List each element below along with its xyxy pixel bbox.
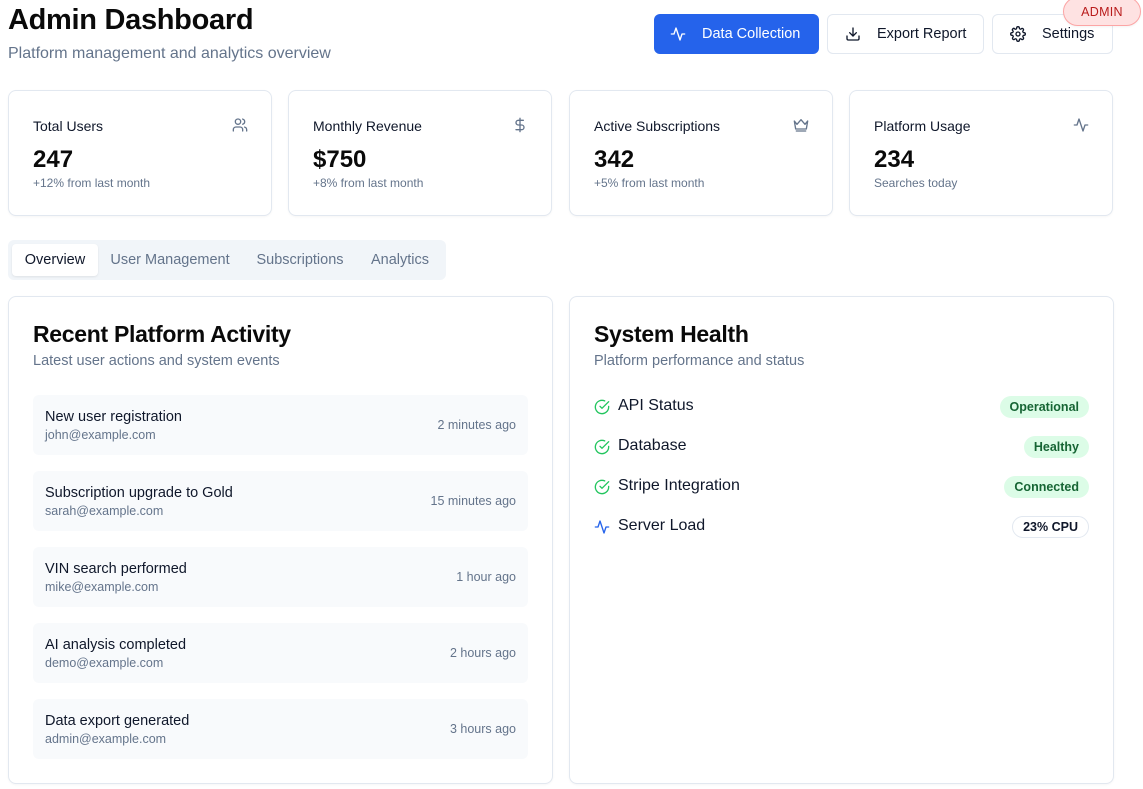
activity-time: 2 hours ago [449,646,516,660]
check-circle-icon [594,439,610,455]
health-row-database: Database Healthy [594,435,1089,461]
recent-activity-panel: Recent Platform Activity Latest user act… [8,296,553,784]
stat-change: Searches today [874,176,958,190]
users-icon [232,118,248,132]
gear-icon [1010,26,1026,42]
stat-label: Platform Usage [874,118,971,134]
activity-title: AI analysis completed [45,637,187,653]
stat-card-total-users: Total Users 247 +12% from last month [8,90,272,216]
dollar-icon [515,117,525,133]
stat-card-active-subscriptions: Active Subscriptions 342 +5% from last m… [569,90,833,216]
export-report-button[interactable]: Export Report [827,14,984,54]
activity-icon [594,520,610,534]
activity-email: admin@example.com [45,732,167,746]
check-circle-icon [594,399,610,415]
activity-email: mike@example.com [45,580,159,594]
stat-card-monthly-revenue: Monthly Revenue $750 +8% from last month [288,90,552,216]
panel-title: Recent Platform Activity [33,321,291,347]
stat-change: +5% from last month [594,176,705,190]
crown-icon [793,119,809,132]
stat-change: +12% from last month [33,176,151,190]
activity-time: 2 minutes ago [437,418,516,432]
data-collection-button[interactable]: Data Collection [654,14,819,54]
activity-email: sarah@example.com [45,504,164,518]
activity-icon [670,27,686,41]
activity-email: john@example.com [45,428,156,442]
activity-title: Subscription upgrade to Gold [45,485,233,501]
stat-value: 234 [874,146,915,173]
activity-item[interactable]: VIN search performed mike@example.com 1 … [33,547,528,607]
stat-label: Total Users [33,118,104,134]
download-icon [846,27,860,41]
activity-title: New user registration [45,409,182,425]
activity-title: Data export generated [45,713,190,729]
stat-value: 342 [594,146,635,173]
status-badge: Healthy [1023,436,1089,458]
health-label: Database [618,437,687,454]
activity-item[interactable]: AI analysis completed demo@example.com 2… [33,623,528,683]
activity-time: 3 hours ago [449,722,516,736]
stat-change: +8% from last month [313,176,424,190]
stat-value: 247 [33,146,74,173]
tab-list: Overview User Management Subscriptions A… [8,240,446,280]
stat-card-platform-usage: Platform Usage 234 Searches today [849,90,1113,216]
tab-analytics[interactable]: Analytics [358,244,442,276]
activity-item[interactable]: Subscription upgrade to Gold sarah@examp… [33,471,528,531]
system-health-panel: System Health Platform performance and s… [569,296,1114,784]
stat-label: Active Subscriptions [594,118,721,134]
health-row-stripe-integration: Stripe Integration Connected [594,475,1089,501]
status-badge: Operational [999,396,1089,418]
admin-role-badge: ADMIN [1063,0,1141,26]
tab-user-management[interactable]: User Management [98,244,242,276]
data-collection-label: Data Collection [702,26,801,42]
stat-value: $750 [313,146,367,173]
health-row-server-load: Server Load 23% CPU [594,515,1089,541]
activity-email: demo@example.com [45,656,164,670]
health-label: Server Load [618,517,706,534]
page-title: Admin Dashboard [8,4,254,36]
tab-subscriptions[interactable]: Subscriptions [242,244,358,276]
activity-time: 1 hour ago [456,570,516,584]
activity-title: VIN search performed [45,561,187,577]
settings-label: Settings [1042,26,1095,42]
check-circle-icon [594,479,610,495]
activity-time: 15 minutes ago [430,494,516,508]
health-label: API Status [618,397,694,414]
activity-icon [1073,118,1089,132]
panel-subtitle: Latest user actions and system events [33,353,280,369]
status-badge: Connected [1004,476,1089,498]
activity-item[interactable]: New user registration john@example.com 2… [33,395,528,455]
panel-title: System Health [594,321,749,347]
tab-overview[interactable]: Overview [12,244,98,276]
health-label: Stripe Integration [618,477,740,494]
page-subtitle: Platform management and analytics overvi… [8,45,331,62]
stat-label: Monthly Revenue [313,118,422,134]
cpu-badge: 23% CPU [1012,516,1089,538]
activity-item[interactable]: Data export generated admin@example.com … [33,699,528,759]
panel-subtitle: Platform performance and status [594,353,805,369]
health-row-api-status: API Status Operational [594,395,1089,421]
export-report-label: Export Report [877,26,967,42]
